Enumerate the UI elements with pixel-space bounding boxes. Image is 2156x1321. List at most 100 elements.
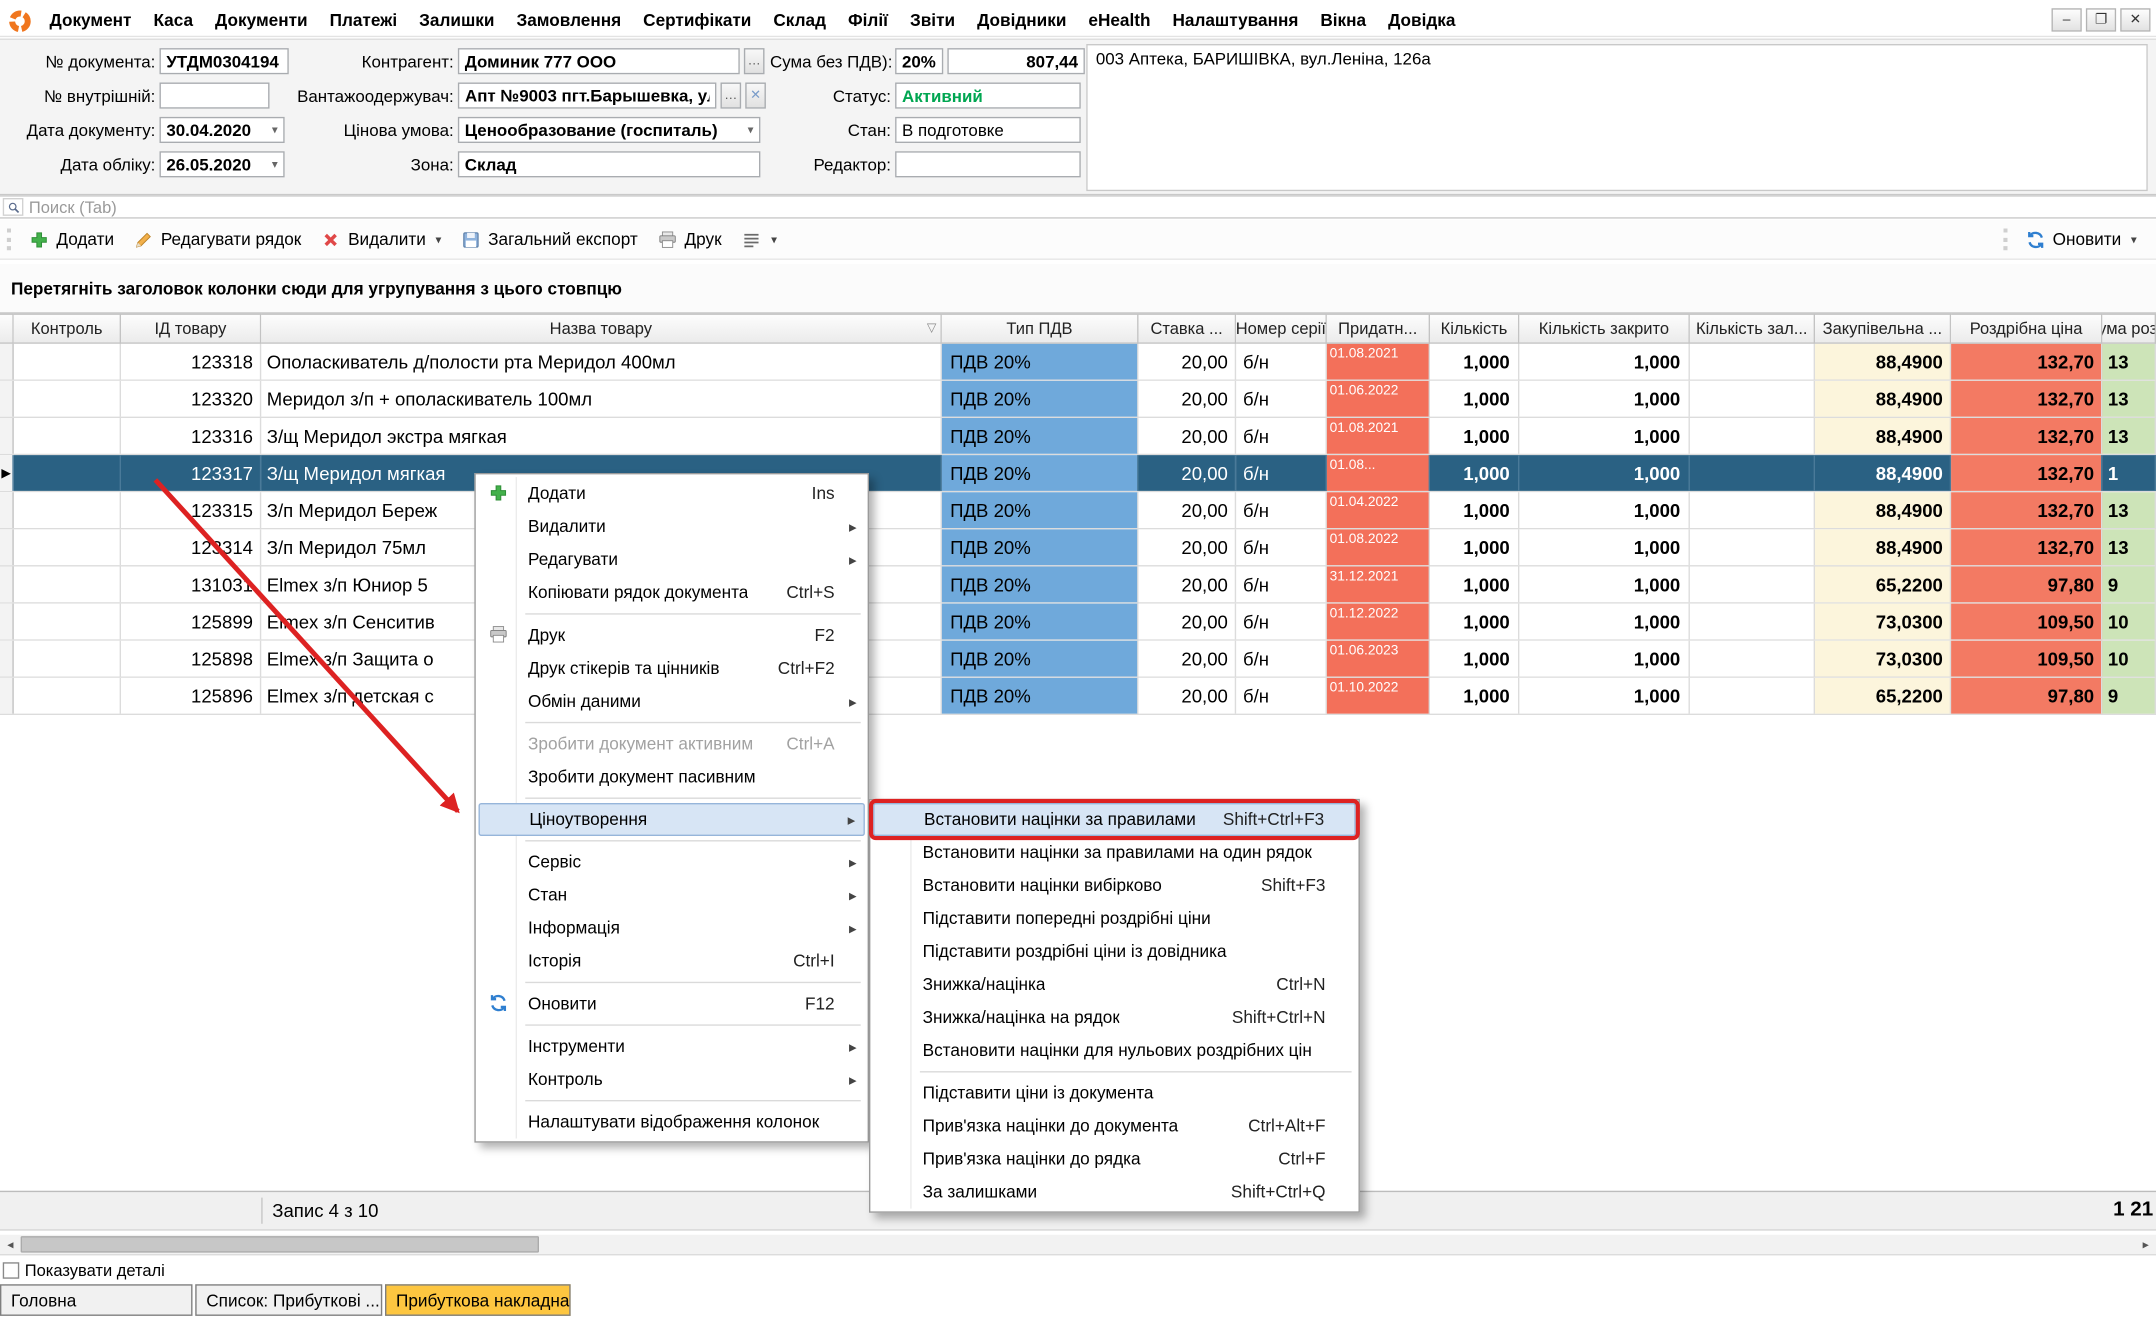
search-bar[interactable]: Поиск (Tab): [0, 195, 2156, 218]
zone-input[interactable]: [458, 151, 761, 177]
table-row[interactable]: 123318Ополаскиватель д/полости рта Мерид…: [0, 344, 2156, 381]
context-menu-item[interactable]: Копіювати рядок документаCtrl+S: [479, 576, 865, 609]
submenu-item[interactable]: Підставити роздрібні ціни із довідника: [873, 935, 1356, 968]
menubar-item[interactable]: Довідка: [1377, 7, 1466, 35]
table-row[interactable]: 131031Elmex з/п Юниор 5ПДВ 20%20,00б/н31…: [0, 567, 2156, 604]
submenu-item[interactable]: Прив'язка націнки до документаCtrl+Alt+F: [873, 1110, 1356, 1143]
column-header[interactable]: ІД товару: [121, 314, 261, 344]
filter-icon[interactable]: ▽: [927, 320, 937, 335]
minimize-button[interactable]: –: [2052, 8, 2082, 31]
tab-main[interactable]: Головна: [0, 1284, 193, 1316]
submenu-item[interactable]: Встановити націнки за правиламиShift+Ctr…: [873, 803, 1356, 836]
context-menu-item[interactable]: Стан▸: [479, 879, 865, 912]
table-row[interactable]: 123314З/п Меридол 75млПДВ 20%20,00б/н01.…: [0, 529, 2156, 566]
column-header[interactable]: Придатн...: [1327, 314, 1430, 344]
menubar-item[interactable]: Залишки: [408, 7, 505, 35]
horizontal-scrollbar[interactable]: ◂ ▸: [0, 1235, 2156, 1256]
doc-number-input[interactable]: [160, 48, 289, 74]
menubar-item[interactable]: Документи: [204, 7, 319, 35]
context-menu-item[interactable]: Друк стікерів та цінниківCtrl+F2: [479, 652, 865, 685]
submenu-item[interactable]: Знижка/націнкаCtrl+N: [873, 968, 1356, 1001]
general-export-button[interactable]: Загальний експорт: [452, 225, 646, 254]
submenu-item[interactable]: Встановити націнки за правилами на один …: [873, 836, 1356, 869]
submenu-item[interactable]: Підставити попередні роздрібні ціни: [873, 902, 1356, 935]
column-header[interactable]: Кількість: [1430, 314, 1519, 344]
consignee-lookup-button[interactable]: …: [721, 83, 742, 109]
table-row[interactable]: 123315З/п Меридол БережПДВ 20%20,00б/н01…: [0, 492, 2156, 529]
cell-purchase: 88,4900: [1815, 418, 1951, 454]
column-header[interactable]: Роздрібна ціна: [1951, 314, 2102, 344]
delete-button[interactable]: Видалити▾: [312, 225, 449, 254]
submenu-item[interactable]: Прив'язка націнки до рядкаCtrl+F: [873, 1143, 1356, 1176]
tab-list-incoming[interactable]: Список: Прибуткові ...: [195, 1284, 382, 1316]
restore-button[interactable]: ❐: [2086, 8, 2116, 31]
scrollbar-thumb[interactable]: [21, 1236, 539, 1253]
submenu-item[interactable]: Знижка/націнка на рядокShift+Ctrl+N: [873, 1001, 1356, 1034]
context-menu-item[interactable]: ІсторіяCtrl+I: [479, 945, 865, 978]
table-row[interactable]: 125896Elmex з/п детская сПДВ 20%20,00б/н…: [0, 678, 2156, 715]
table-row[interactable]: 125898Elmex з/п Защита оПДВ 20%20,00б/н0…: [0, 641, 2156, 678]
column-header[interactable]: Кількість закрито: [1519, 314, 1690, 344]
context-menu-item[interactable]: Сервіс▸: [479, 846, 865, 879]
add-button[interactable]: Додати: [21, 225, 123, 254]
menubar-item[interactable]: Каса: [142, 7, 204, 35]
table-row[interactable]: 123320Меридол з/п + ополаскиватель 100мл…: [0, 381, 2156, 418]
context-menu-item[interactable]: Зробити документ пасивним: [479, 760, 865, 793]
column-header[interactable]: Ставка ...: [1139, 314, 1237, 344]
submenu-item[interactable]: Підставити ціни із документа: [873, 1077, 1356, 1110]
column-header[interactable]: Сума роз...: [2102, 314, 2156, 344]
submenu-item[interactable]: Встановити націнки вибірковоShift+F3: [873, 869, 1356, 902]
column-header[interactable]: Тип ПДВ: [942, 314, 1139, 344]
menubar-item[interactable]: eHealth: [1077, 7, 1161, 35]
show-details-checkbox[interactable]: [3, 1262, 20, 1279]
table-row[interactable]: 123316З/щ Меридол экстра мягкаяПДВ 20%20…: [0, 418, 2156, 455]
contractor-input[interactable]: [458, 48, 740, 74]
doc-date-combobox[interactable]: 30.04.2020 ▾: [160, 117, 285, 143]
internal-number-input[interactable]: [160, 83, 270, 109]
column-header[interactable]: Закупівельна ...: [1815, 314, 1951, 344]
consignee-input[interactable]: [458, 83, 717, 109]
tab-incoming-invoice[interactable]: Прибуткова накладна .: [385, 1284, 571, 1316]
menubar-item[interactable]: Платежі: [319, 7, 409, 35]
context-menu-item[interactable]: Налаштувати відображення колонок: [479, 1106, 865, 1139]
column-header[interactable]: Назва товару▽: [261, 314, 942, 344]
menubar-item[interactable]: Замовлення: [505, 7, 632, 35]
editor-input[interactable]: [895, 151, 1081, 177]
layout-list-button[interactable]: ▾: [733, 225, 786, 254]
menubar-item[interactable]: Налаштування: [1161, 7, 1309, 35]
column-header[interactable]: Контроль: [14, 314, 121, 344]
table-row[interactable]: 125899Elmex з/п СенситивПДВ 20%20,00б/н0…: [0, 604, 2156, 641]
menubar-item[interactable]: Довідники: [966, 7, 1077, 35]
menubar-item[interactable]: Звіти: [899, 7, 966, 35]
context-menu-item[interactable]: ОновитиF12: [479, 987, 865, 1020]
print-button[interactable]: Друк: [649, 225, 730, 254]
edit-row-button[interactable]: Редагувати рядок: [125, 225, 310, 254]
menubar-item[interactable]: Склад: [762, 7, 837, 35]
context-menu-item[interactable]: Інструменти▸: [479, 1030, 865, 1063]
scroll-left-arrow[interactable]: ◂: [0, 1235, 21, 1254]
refresh-button[interactable]: Оновити▾: [2017, 225, 2145, 254]
context-menu-item[interactable]: Редагувати▸: [479, 543, 865, 576]
context-menu-item[interactable]: Ціноутворення▸: [479, 803, 865, 836]
accounting-date-combobox[interactable]: 26.05.2020 ▾: [160, 151, 285, 177]
submenu-item[interactable]: За залишкамиShift+Ctrl+Q: [873, 1176, 1356, 1209]
menubar-item[interactable]: Сертифікати: [632, 7, 762, 35]
consignee-clear-button[interactable]: ✕: [745, 83, 766, 109]
price-condition-combobox[interactable]: Ценообразование (госпиталь) ▾: [458, 117, 761, 143]
table-row[interactable]: ▶123317З/щ Меридол мягкаяПДВ 20%20,00б/н…: [0, 455, 2156, 492]
menubar-item[interactable]: Філії: [837, 7, 899, 35]
context-menu-item[interactable]: ДрукF2: [479, 619, 865, 652]
column-header[interactable]: Номер серії: [1236, 314, 1327, 344]
scroll-right-arrow[interactable]: ▸: [2135, 1235, 2156, 1254]
context-menu-item[interactable]: Видалити▸: [479, 510, 865, 543]
context-menu-item[interactable]: ДодатиIns: [479, 477, 865, 510]
context-menu-item[interactable]: Інформація▸: [479, 912, 865, 945]
menubar-item[interactable]: Документ: [39, 7, 143, 35]
column-header[interactable]: Кількість зал...: [1690, 314, 1815, 344]
submenu-item[interactable]: Встановити націнки для нульових роздрібн…: [873, 1034, 1356, 1067]
contractor-lookup-button[interactable]: …: [744, 48, 765, 74]
context-menu-item[interactable]: Контроль▸: [479, 1063, 865, 1096]
close-button[interactable]: ✕: [2120, 8, 2150, 31]
menubar-item[interactable]: Вікна: [1309, 7, 1377, 35]
context-menu-item[interactable]: Обмін даними▸: [479, 685, 865, 718]
